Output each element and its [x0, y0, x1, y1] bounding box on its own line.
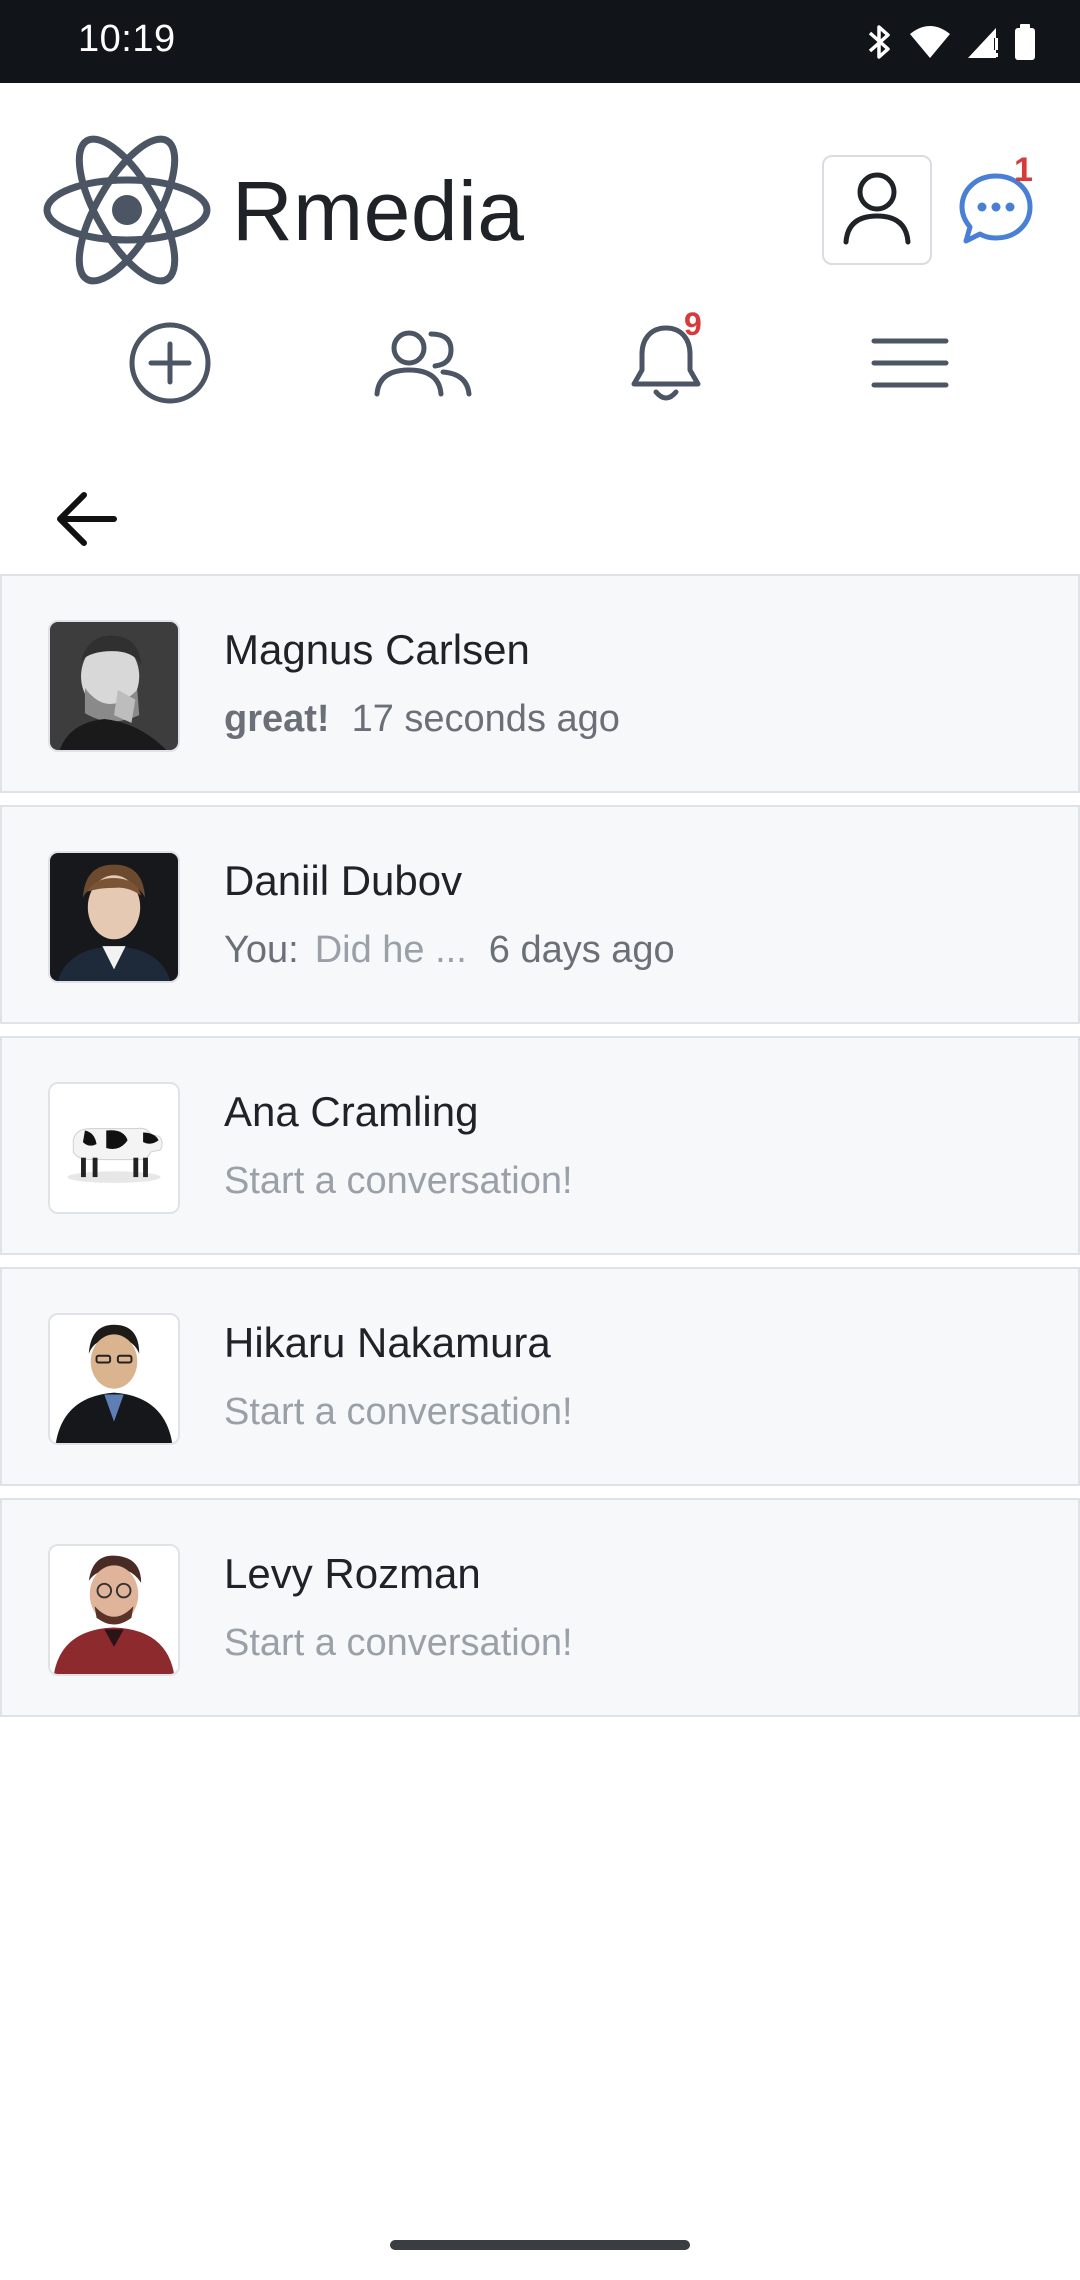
menu-button[interactable] [855, 315, 965, 415]
conversation-preview: great! 17 seconds ago [224, 698, 620, 741]
empty-conversation-text: Start a conversation! [224, 1391, 573, 1433]
profile-button[interactable] [822, 155, 932, 265]
conversation-item[interactable]: Ana Cramling Start a conversation! [0, 1036, 1080, 1255]
conversation-preview: Start a conversation! [224, 1391, 573, 1434]
sender-label: You: [224, 929, 299, 971]
menu-icon [870, 333, 950, 398]
app-header: Rmedia 1 [0, 83, 1080, 285]
conversation-item[interactable]: Magnus Carlsen great! 17 seconds ago [0, 574, 1080, 793]
notifications-button[interactable] [611, 315, 721, 415]
back-button[interactable] [46, 486, 126, 556]
home-indicator[interactable] [390, 2240, 690, 2250]
empty-conversation-text: Start a conversation! [224, 1622, 573, 1664]
nav-bar: 9 [0, 300, 1080, 430]
message-time: 6 days ago [488, 929, 675, 971]
status-bar: 10:19 [0, 0, 1080, 83]
message-time: 17 seconds ago [351, 698, 620, 740]
react-atom-icon[interactable] [42, 135, 212, 285]
signal-icon [966, 24, 1000, 60]
bluetooth-icon [866, 22, 894, 62]
wifi-icon [908, 24, 952, 60]
conversation-name: Daniil Dubov [224, 857, 463, 904]
conversation-preview: Start a conversation! [224, 1160, 573, 1203]
add-circle-icon [127, 320, 213, 411]
user-icon [842, 170, 912, 251]
avatar [48, 620, 180, 752]
last-message: great! [224, 698, 330, 740]
conversation-name: Hikaru Nakamura [224, 1319, 551, 1366]
friends-button[interactable] [368, 315, 478, 415]
avatar [48, 1313, 180, 1445]
notifications-badge: 9 [684, 306, 702, 342]
conversation-list: Magnus Carlsen great! 17 seconds ago Dan… [0, 574, 1080, 1729]
status-icons [866, 22, 1036, 62]
empty-conversation-text: Start a conversation! [224, 1160, 573, 1202]
conversation-preview: You: Did he ... 6 days ago [224, 929, 675, 972]
friends-icon [373, 328, 473, 403]
avatar [48, 1082, 180, 1214]
battery-icon [1014, 23, 1036, 61]
conversation-item[interactable]: Daniil Dubov You: Did he ... 6 days ago [0, 805, 1080, 1024]
avatar [48, 851, 180, 983]
conversation-name: Levy Rozman [224, 1550, 481, 1597]
conversation-preview: Start a conversation! [224, 1622, 573, 1665]
avatar [48, 1544, 180, 1676]
status-time: 10:19 [78, 18, 176, 60]
conversation-item[interactable]: Levy Rozman Start a conversation! [0, 1498, 1080, 1717]
create-post-button[interactable] [115, 315, 225, 415]
app-title: Rmedia [232, 164, 525, 258]
conversation-name: Ana Cramling [224, 1088, 479, 1135]
arrow-left-icon [54, 491, 118, 552]
conversation-item[interactable]: Hikaru Nakamura Start a conversation! [0, 1267, 1080, 1486]
last-message: Did he ... [314, 929, 467, 971]
messages-badge: 1 [1014, 151, 1033, 189]
conversation-name: Magnus Carlsen [224, 626, 530, 673]
